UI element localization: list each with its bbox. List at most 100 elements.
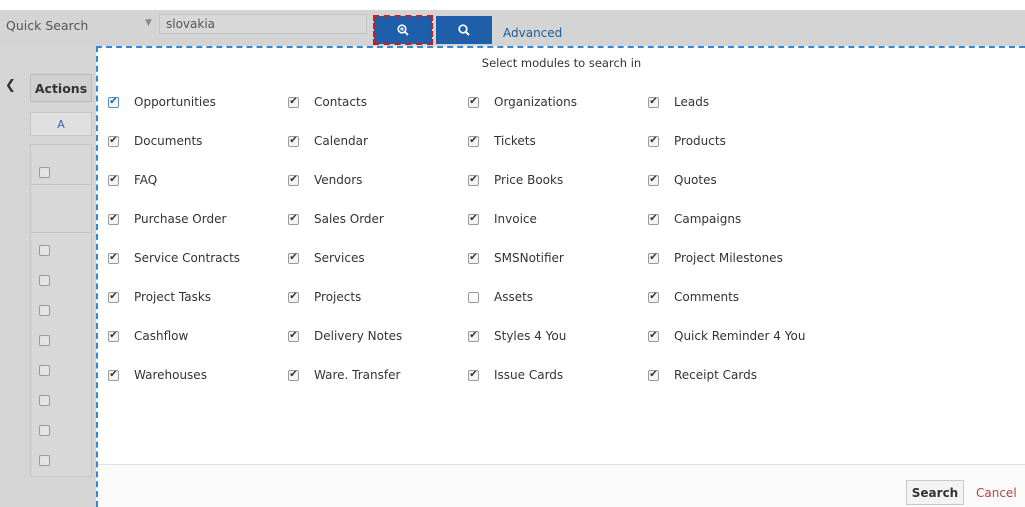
module-option[interactable]: ✔ Services xyxy=(288,250,365,266)
module-checkbox-checked[interactable]: ✔ xyxy=(468,174,479,186)
actions-button[interactable]: Actions xyxy=(30,74,92,102)
module-label: Issue Cards xyxy=(494,368,564,382)
module-label: Invoice xyxy=(494,212,537,226)
module-option[interactable]: ✔ Tickets xyxy=(468,133,536,149)
module-option[interactable]: ✔ Calendar xyxy=(288,133,368,149)
module-option[interactable]: ✔ Projects xyxy=(288,289,361,305)
module-option[interactable]: ✔ Project Milestones xyxy=(648,250,783,266)
module-option[interactable]: ✔ Contacts xyxy=(288,94,367,110)
module-checkbox-checked[interactable]: ✔ xyxy=(648,369,659,381)
module-label: Quotes xyxy=(674,173,717,187)
module-checkbox-checked[interactable]: ✔ xyxy=(468,252,479,264)
module-option[interactable]: ✔ Opportunities xyxy=(108,94,216,110)
module-checkbox-checked[interactable]: ✔ xyxy=(468,330,479,342)
module-label: Delivery Notes xyxy=(314,329,403,343)
module-label: Styles 4 You xyxy=(494,329,567,343)
row-checkbox[interactable] xyxy=(39,275,50,286)
row-checkbox[interactable] xyxy=(39,335,50,346)
module-label: Receipt Cards xyxy=(674,368,757,382)
module-option[interactable]: ✔ Receipt Cards xyxy=(648,367,757,383)
module-option[interactable]: ✔ Warehouses xyxy=(108,367,207,383)
search-submit-button[interactable]: Search xyxy=(906,480,964,505)
module-checkbox-checked[interactable]: ✔ xyxy=(108,174,119,186)
module-option[interactable]: ✔ Purchase Order xyxy=(108,211,226,227)
module-label: Contacts xyxy=(314,95,367,109)
module-checkbox-checked[interactable]: ✔ xyxy=(108,369,119,381)
module-checkbox-checked[interactable]: ✔ xyxy=(648,252,659,264)
module-checkbox-checked[interactable]: ✔ xyxy=(108,330,119,342)
chevron-down-icon[interactable]: ▼ xyxy=(145,18,152,28)
row-checkbox[interactable] xyxy=(39,395,50,406)
alphabet-filter-a[interactable]: A xyxy=(30,112,92,136)
module-checkbox-checked[interactable]: ✔ xyxy=(648,291,659,303)
search-button[interactable] xyxy=(436,16,492,44)
module-checkbox-checked[interactable]: ✔ xyxy=(468,369,479,381)
module-label: Quick Reminder 4 You xyxy=(674,329,806,343)
module-option[interactable]: ✔ Quotes xyxy=(648,172,717,188)
module-option[interactable]: ✔ Cashflow xyxy=(108,328,188,344)
module-label: Project Milestones xyxy=(674,251,783,265)
module-checkbox-unchecked[interactable]: ✔ xyxy=(468,291,479,303)
module-checkbox-checked[interactable]: ✔ xyxy=(468,135,479,147)
module-label: Documents xyxy=(134,134,203,148)
module-option[interactable]: ✔ Organizations xyxy=(468,94,577,110)
module-label: Tickets xyxy=(494,134,536,148)
module-option[interactable]: ✔ Ware. Transfer xyxy=(288,367,400,383)
module-option[interactable]: ✔ Comments xyxy=(648,289,739,305)
module-checkbox-checked[interactable]: ✔ xyxy=(288,96,299,108)
table-row-divider xyxy=(30,184,92,185)
module-option[interactable]: ✔ Products xyxy=(648,133,726,149)
module-checkbox-checked[interactable]: ✔ xyxy=(468,96,479,108)
fuzzy-search-button[interactable] xyxy=(373,15,433,45)
module-checkbox-checked[interactable]: ✔ xyxy=(648,213,659,225)
chevron-left-icon[interactable]: ❮ xyxy=(5,78,16,93)
module-option[interactable]: ✔ Vendors xyxy=(288,172,362,188)
module-checkbox-checked[interactable]: ✔ xyxy=(288,330,299,342)
row-checkbox[interactable] xyxy=(39,455,50,466)
module-option[interactable]: ✔ Delivery Notes xyxy=(288,328,402,344)
module-option[interactable]: ✔ Service Contracts xyxy=(108,250,240,266)
module-option[interactable]: ✔ Price Books xyxy=(468,172,563,188)
module-option[interactable]: ✔ Documents xyxy=(108,133,202,149)
module-checkbox-checked[interactable]: ✔ xyxy=(288,174,299,186)
row-checkbox[interactable] xyxy=(39,245,50,256)
row-checkbox[interactable] xyxy=(39,425,50,436)
row-checkbox[interactable] xyxy=(39,365,50,376)
advanced-search-link[interactable]: Advanced xyxy=(503,26,562,40)
module-checkbox-checked[interactable]: ✔ xyxy=(648,330,659,342)
module-label: Warehouses xyxy=(134,368,207,382)
module-checkbox-checked[interactable]: ✔ xyxy=(288,291,299,303)
module-option[interactable]: ✔ FAQ xyxy=(108,172,157,188)
module-option[interactable]: ✔ Assets xyxy=(468,289,533,305)
module-label: Cashflow xyxy=(134,329,189,343)
module-checkbox-checked[interactable]: ✔ xyxy=(648,135,659,147)
module-option[interactable]: ✔ Campaigns xyxy=(648,211,741,227)
module-label: Services xyxy=(314,251,365,265)
module-checkbox-checked[interactable]: ✔ xyxy=(108,252,119,264)
module-checkbox-checked[interactable]: ✔ xyxy=(288,369,299,381)
module-option[interactable]: ✔ Leads xyxy=(648,94,709,110)
module-option[interactable]: ✔ Issue Cards xyxy=(468,367,563,383)
row-checkbox[interactable] xyxy=(39,305,50,316)
module-checkbox-checked[interactable]: ✔ xyxy=(108,96,119,108)
module-checkbox-checked[interactable]: ✔ xyxy=(648,96,659,108)
module-checkbox-checked[interactable]: ✔ xyxy=(468,213,479,225)
module-checkbox-checked[interactable]: ✔ xyxy=(108,291,119,303)
module-option[interactable]: ✔ Quick Reminder 4 You xyxy=(648,328,805,344)
module-option[interactable]: ✔ Invoice xyxy=(468,211,537,227)
quick-search-label[interactable]: Quick Search xyxy=(6,18,88,33)
module-label: Price Books xyxy=(494,173,564,187)
module-option[interactable]: ✔ SMSNotifier xyxy=(468,250,564,266)
module-checkbox-checked[interactable]: ✔ xyxy=(108,135,119,147)
module-option[interactable]: ✔ Project Tasks xyxy=(108,289,211,305)
module-checkbox-checked[interactable]: ✔ xyxy=(288,135,299,147)
module-option[interactable]: ✔ Styles 4 You xyxy=(468,328,566,344)
cancel-link[interactable]: Cancel xyxy=(976,486,1017,500)
module-checkbox-checked[interactable]: ✔ xyxy=(648,174,659,186)
module-checkbox-checked[interactable]: ✔ xyxy=(288,213,299,225)
module-option[interactable]: ✔ Sales Order xyxy=(288,211,384,227)
module-checkbox-checked[interactable]: ✔ xyxy=(288,252,299,264)
search-input[interactable] xyxy=(159,14,367,34)
select-all-checkbox[interactable] xyxy=(39,167,50,178)
module-checkbox-checked[interactable]: ✔ xyxy=(108,213,119,225)
